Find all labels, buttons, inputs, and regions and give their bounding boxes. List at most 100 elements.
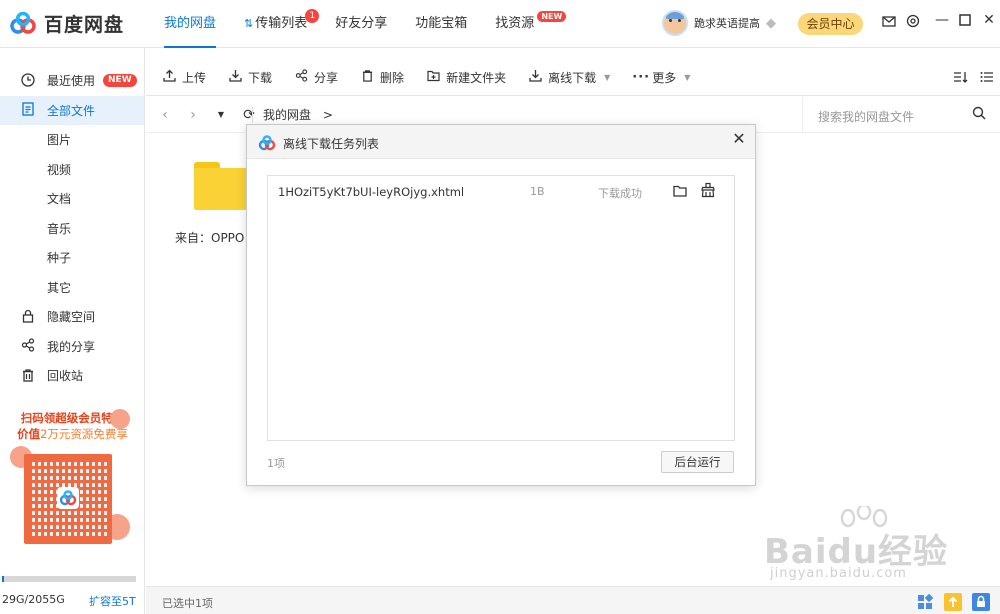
clear-record-icon[interactable] — [700, 182, 716, 198]
sidebar: 最近使用 NEW 全部文件 图片 视频 文档 音乐 种子 其它 隐藏空间 我的分… — [0, 48, 145, 614]
delete-button[interactable]: 删除 — [360, 69, 404, 86]
apps-grid-icon[interactable] — [916, 593, 934, 611]
transfer-icon: ⇅ — [244, 17, 254, 30]
status-bar: 已选中1项 — [146, 586, 1000, 614]
button-label: 更多 — [652, 71, 677, 85]
maximize-icon[interactable] — [959, 12, 971, 28]
share-button[interactable]: 分享 — [294, 69, 338, 86]
storage-progress — [2, 576, 136, 582]
search-input[interactable]: 搜索我的网盘文件 — [802, 97, 1000, 133]
sidebar-item-images[interactable]: 图片 — [0, 125, 144, 155]
breadcrumb-separator: > — [322, 108, 333, 122]
sidebar-item-videos[interactable]: 视频 — [0, 155, 144, 185]
sidebar-item-torrents[interactable]: 种子 — [0, 243, 144, 273]
new-folder-icon — [426, 69, 440, 86]
button-label: 删除 — [380, 71, 405, 85]
run-in-background-button[interactable]: 后台运行 — [661, 451, 734, 473]
offline-download-button[interactable]: 离线下载 ▼ — [528, 69, 610, 86]
top-bar: 百度网盘 我的网盘 ⇅ 传输列表 1 好友分享 功能宝箱 找资源 NEW 跪求英语… — [0, 0, 1000, 48]
username[interactable]: 跪求英语提高 — [694, 15, 760, 31]
tab-label: 我的网盘 — [164, 16, 217, 31]
lock-icon — [20, 309, 36, 325]
lock-icon[interactable] — [972, 593, 990, 611]
more-icon: ··· — [632, 70, 651, 85]
tab-transfer-list[interactable]: ⇅ 传输列表 1 — [230, 0, 321, 48]
sidebar-item-label: 回收站 — [47, 369, 84, 384]
window-controls: — ✕ — [935, 12, 995, 28]
new-badge: NEW — [103, 74, 137, 88]
dialog-header[interactable]: 离线下载任务列表 ✕ — [247, 125, 755, 159]
list-view-icon[interactable] — [980, 70, 994, 88]
storage-progress-fill — [2, 576, 4, 582]
close-icon[interactable]: ✕ — [983, 12, 995, 28]
download-button[interactable]: 下载 — [228, 69, 272, 86]
history-dropdown-icon[interactable]: ▼ — [212, 110, 230, 119]
task-count: 1项 — [267, 457, 285, 470]
tab-label: 传输列表 — [255, 16, 308, 31]
folder-label[interactable]: 来自：OPPO A — [175, 229, 246, 246]
tab-friend-share[interactable]: 好友分享 — [321, 0, 401, 48]
expand-storage-link[interactable]: 扩容至5T — [89, 593, 136, 609]
sidebar-item-hidden-space[interactable]: 隐藏空间 — [0, 302, 144, 332]
sidebar-item-label: 其它 — [47, 280, 72, 295]
button-label: 新建文件夹 — [446, 71, 507, 85]
mail-icon[interactable] — [882, 14, 896, 28]
sort-icon[interactable] — [953, 70, 968, 88]
button-label: 分享 — [314, 71, 339, 85]
task-status: 下载成功 — [598, 187, 642, 200]
tab-toolbox[interactable]: 功能宝箱 — [401, 0, 481, 48]
app-logo[interactable]: 百度网盘 — [8, 10, 124, 37]
open-folder-icon[interactable] — [673, 184, 687, 198]
breadcrumb-item[interactable]: 我的网盘 — [263, 108, 311, 122]
breadcrumb[interactable]: 我的网盘 > — [252, 107, 333, 123]
forward-icon[interactable]: › — [184, 107, 202, 123]
upload-status-icon[interactable] — [944, 593, 962, 611]
sidebar-item-label: 最近使用 — [47, 74, 96, 89]
sidebar-item-my-shares[interactable]: 我的分享 — [0, 332, 144, 362]
sidebar-item-documents[interactable]: 文档 — [0, 184, 144, 214]
button-label: 离线下载 — [548, 71, 597, 85]
search-placeholder: 搜索我的网盘文件 — [818, 110, 915, 124]
sidebar-item-recycle-bin[interactable]: 回收站 — [0, 361, 144, 391]
search-icon[interactable] — [972, 106, 986, 120]
tab-label: 好友分享 — [335, 16, 388, 31]
status-icons — [916, 593, 990, 611]
caret-down-icon[interactable]: ▼ — [684, 73, 690, 82]
caret-down-icon[interactable]: ▼ — [604, 73, 610, 82]
qr-logo-icon — [57, 487, 79, 509]
sidebar-item-all-files[interactable]: 全部文件 — [0, 95, 144, 125]
tab-find-resources[interactable]: 找资源 NEW — [481, 0, 567, 48]
sidebar-item-others[interactable]: 其它 — [0, 273, 144, 303]
task-list: 1HOziT5yKt7bUI-leyROjyg.xhtml 1B 下载成功 — [267, 175, 735, 441]
close-icon[interactable]: ✕ — [731, 129, 747, 148]
settings-icon[interactable] — [906, 14, 920, 28]
offline-download-dialog: 离线下载任务列表 ✕ 1HOziT5yKt7bUI-leyROjyg.xhtml… — [246, 124, 756, 486]
minimize-icon[interactable]: — — [935, 12, 949, 28]
new-badge: NEW — [537, 11, 567, 22]
vip-center-button[interactable]: 会员中心 — [798, 13, 863, 35]
upload-button[interactable]: 上传 — [162, 69, 206, 86]
vip-diamond-icon: ◆ — [766, 15, 776, 31]
avatar[interactable] — [662, 10, 688, 36]
new-folder-button[interactable]: 新建文件夹 — [426, 69, 506, 86]
back-icon[interactable]: ‹ — [156, 107, 174, 123]
toolbar: 上传 下载 分享 删除 新建文件夹 离线下载 ▼ ··· 更多 ▼ — [146, 60, 1000, 96]
selection-status: 已选中1项 — [162, 597, 213, 610]
trash-icon — [360, 69, 374, 86]
promo-qr-code[interactable] — [24, 454, 112, 544]
sidebar-item-label: 全部文件 — [47, 103, 96, 118]
promo-prefix: 价值 — [17, 427, 41, 441]
offline-download-icon — [528, 69, 542, 86]
tab-my-netdisk[interactable]: 我的网盘 — [150, 0, 230, 48]
share-icon — [294, 69, 308, 86]
task-size: 1B — [530, 185, 545, 198]
button-label: 上传 — [182, 71, 207, 85]
storage-usage: 29G/2055G — [2, 593, 65, 606]
table-row[interactable]: 1HOziT5yKt7bUI-leyROjyg.xhtml 1B 下载成功 — [268, 176, 734, 206]
sidebar-item-music[interactable]: 音乐 — [0, 214, 144, 244]
button-label: 下载 — [248, 71, 273, 85]
more-button[interactable]: ··· 更多 ▼ — [632, 69, 690, 86]
user-area[interactable]: 跪求英语提高 ◆ — [662, 10, 776, 36]
sidebar-item-label: 隐藏空间 — [47, 310, 96, 325]
sidebar-item-recent[interactable]: 最近使用 NEW — [0, 66, 144, 96]
